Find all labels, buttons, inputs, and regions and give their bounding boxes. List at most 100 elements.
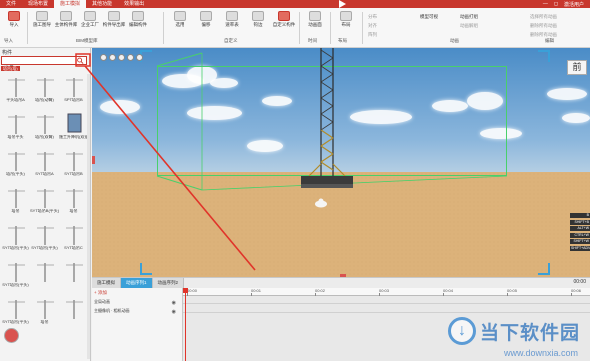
asset-item[interactable]: 塔吊平头 (1, 111, 30, 143)
asset-item[interactable]: 塔吊 (30, 296, 59, 328)
asset-item[interactable]: SYT塔吊B(平头) (30, 185, 59, 217)
asset-item[interactable]: 施工升降机(双笼) (59, 111, 88, 143)
timeline-tabs: 施工模拟 动画序列1 动画序列2 (92, 278, 185, 288)
menu-tab-construction-sim[interactable]: 施工模拟 (54, 0, 87, 8)
select-all-animation-button[interactable]: 选择所有动画 (530, 14, 557, 20)
asset-item[interactable]: 塔吊 (59, 185, 88, 217)
maximize-button[interactable]: ◻ (554, 1, 558, 7)
tab-construction-sim[interactable]: 施工模拟 (92, 278, 121, 288)
tower-crane-icon (36, 300, 54, 319)
tab-animation-seq-2[interactable]: 动画序列2 (152, 278, 185, 288)
delete-all-animation-button[interactable]: 删除所有动画 (530, 23, 557, 29)
panel-collapse-handle[interactable] (92, 156, 95, 164)
drawing-import-label: 施工图导 (33, 22, 51, 27)
menu-tab-other[interactable]: 其他功能 (86, 0, 118, 8)
track-row-global[interactable]: 全局动画 ◉ (94, 298, 180, 306)
menu-tab-file[interactable]: 文件 (0, 0, 22, 8)
layout-button[interactable]: 布局 (334, 11, 358, 28)
asset-item[interactable]: 塔吊 (1, 185, 30, 217)
edit-component-label: 编辑构件 (129, 22, 147, 27)
custom-component-button[interactable]: 自定义构件 (272, 11, 296, 28)
align-button[interactable]: 对齐 (368, 23, 377, 29)
drawing-import-button[interactable]: 施工图导 (30, 11, 54, 28)
tower-crane-icon (65, 189, 83, 208)
main-library-button[interactable]: 主体构件库 (54, 11, 78, 28)
animation-icon (309, 11, 321, 21)
track-list: + 添加 全局动画 ◉ 主摄像机 · 相机动画 ◉ (92, 288, 183, 361)
rotate-icon[interactable] (100, 54, 107, 61)
filter-tag[interactable]: 塔吊(塔) (1, 66, 20, 71)
ribbon-divider (362, 12, 363, 44)
user-avatar-icon[interactable] (4, 328, 19, 343)
asset-item[interactable]: 平头塔吊A (1, 74, 30, 106)
fit-icon[interactable] (136, 54, 143, 61)
activate-user-link[interactable]: 激活用户 (564, 1, 584, 8)
eye-icon[interactable]: ◉ (172, 308, 176, 316)
asset-item[interactable] (59, 259, 88, 291)
asset-item[interactable]: 塔吊(平头) (1, 148, 30, 180)
animation-button[interactable]: 动画面 (303, 11, 327, 28)
asset-item[interactable]: SYT塔吊(平头) (30, 222, 59, 254)
ruler-tick-label: 00:02 (315, 288, 326, 293)
play-icon[interactable] (339, 0, 346, 8)
asset-item[interactable]: SPT塔吊B (59, 74, 88, 106)
asset-label: SYT塔吊(平头) (2, 283, 29, 287)
eye-icon[interactable]: ◉ (172, 299, 176, 307)
rate-table-button[interactable]: 速率表 (220, 11, 244, 28)
export-library-label: 构件导出库 (102, 22, 126, 27)
download-logo-icon: ↓ (447, 317, 476, 345)
layout-label: 布局 (341, 22, 351, 27)
view-cube-front[interactable]: 前 (567, 60, 587, 75)
timeline-ruler[interactable]: 00:00 00:01 00:02 00:03 00:04 00:05 00:06 (183, 288, 590, 296)
shortcut-hint: SHIFT+W (570, 239, 590, 244)
asset-label: SYT塔吊(平头) (2, 246, 29, 250)
hook-button[interactable]: 钩边 (246, 11, 270, 28)
tower-crane-icon (36, 115, 54, 134)
asset-item[interactable]: SYT塔吊(平头) (1, 259, 30, 291)
select-icon (174, 11, 186, 21)
panel-scrollbar[interactable] (87, 74, 90, 359)
model-visible-button[interactable]: 模型可视 (420, 14, 438, 20)
add-track-button[interactable]: + 添加 (94, 290, 107, 296)
tower-crane-model[interactable] (297, 48, 357, 193)
export-library-button[interactable]: 构件导出库 (102, 11, 126, 28)
orbit-icon[interactable] (127, 54, 134, 61)
offset-icon (200, 11, 212, 21)
asset-item[interactable]: SYT塔吊(平头) (1, 296, 30, 328)
import-icon (8, 11, 20, 21)
animation-group-button[interactable]: 动画打组 (460, 14, 478, 20)
array-button[interactable]: 阵列 (368, 32, 377, 38)
zoom-icon[interactable] (118, 54, 125, 61)
offset-button[interactable]: 偏移 (194, 11, 218, 28)
edit-component-button[interactable]: 编辑构件 (126, 11, 150, 28)
search-icon[interactable] (76, 57, 85, 64)
animation-ungroup-button[interactable]: 动画解组 (460, 23, 478, 29)
select-button[interactable]: 选用 (168, 11, 192, 28)
asset-item[interactable]: 塔吊(双臂) (30, 111, 59, 143)
asset-label: 施工升降机(双笼) (59, 135, 88, 139)
ribbon-divider (330, 12, 331, 44)
asset-item[interactable] (30, 259, 59, 291)
enterprise-factory-button[interactable]: 企业工厂 (78, 11, 102, 28)
track-row-camera[interactable]: 主摄像机 · 相机动画 ◉ (94, 307, 180, 315)
menu-tab-site-layout[interactable]: 现场布置 (22, 0, 54, 8)
menu-tab-output[interactable]: 效果输出 (118, 0, 150, 8)
ribbon-divider (299, 12, 300, 44)
site-watermark: ↓ 当下软件园 (447, 317, 580, 345)
import-button[interactable]: 导入 (2, 11, 26, 28)
asset-item[interactable]: SYT塔吊C (59, 222, 88, 254)
asset-item[interactable] (59, 296, 88, 328)
asset-label: 塔吊 (69, 209, 78, 213)
component-panel: 构件 塔吊(塔) 平头塔吊A 塔吊(动臂) SPT塔吊B 塔吊平头 塔吊(双臂) 施工升降… (0, 48, 91, 361)
asset-item[interactable]: SYT塔吊(平头) (1, 222, 30, 254)
3d-viewport[interactable]: 前 B SHIFT+B ALT+W CTRL+W SHIFT+W SHIFT+A… (92, 48, 590, 277)
tab-animation-seq-1[interactable]: 动画序列1 (121, 278, 153, 288)
asset-item[interactable]: 塔吊(动臂) (30, 74, 59, 106)
tower-crane-icon (7, 300, 25, 319)
distribute-button[interactable]: 分布 (368, 14, 377, 20)
group-label-time: 时间 (308, 38, 317, 43)
asset-item[interactable]: SYT塔吊B (59, 148, 88, 180)
minimize-button[interactable]: — (543, 1, 548, 7)
asset-item[interactable]: SYT塔吊A (30, 148, 59, 180)
pan-icon[interactable] (109, 54, 116, 61)
